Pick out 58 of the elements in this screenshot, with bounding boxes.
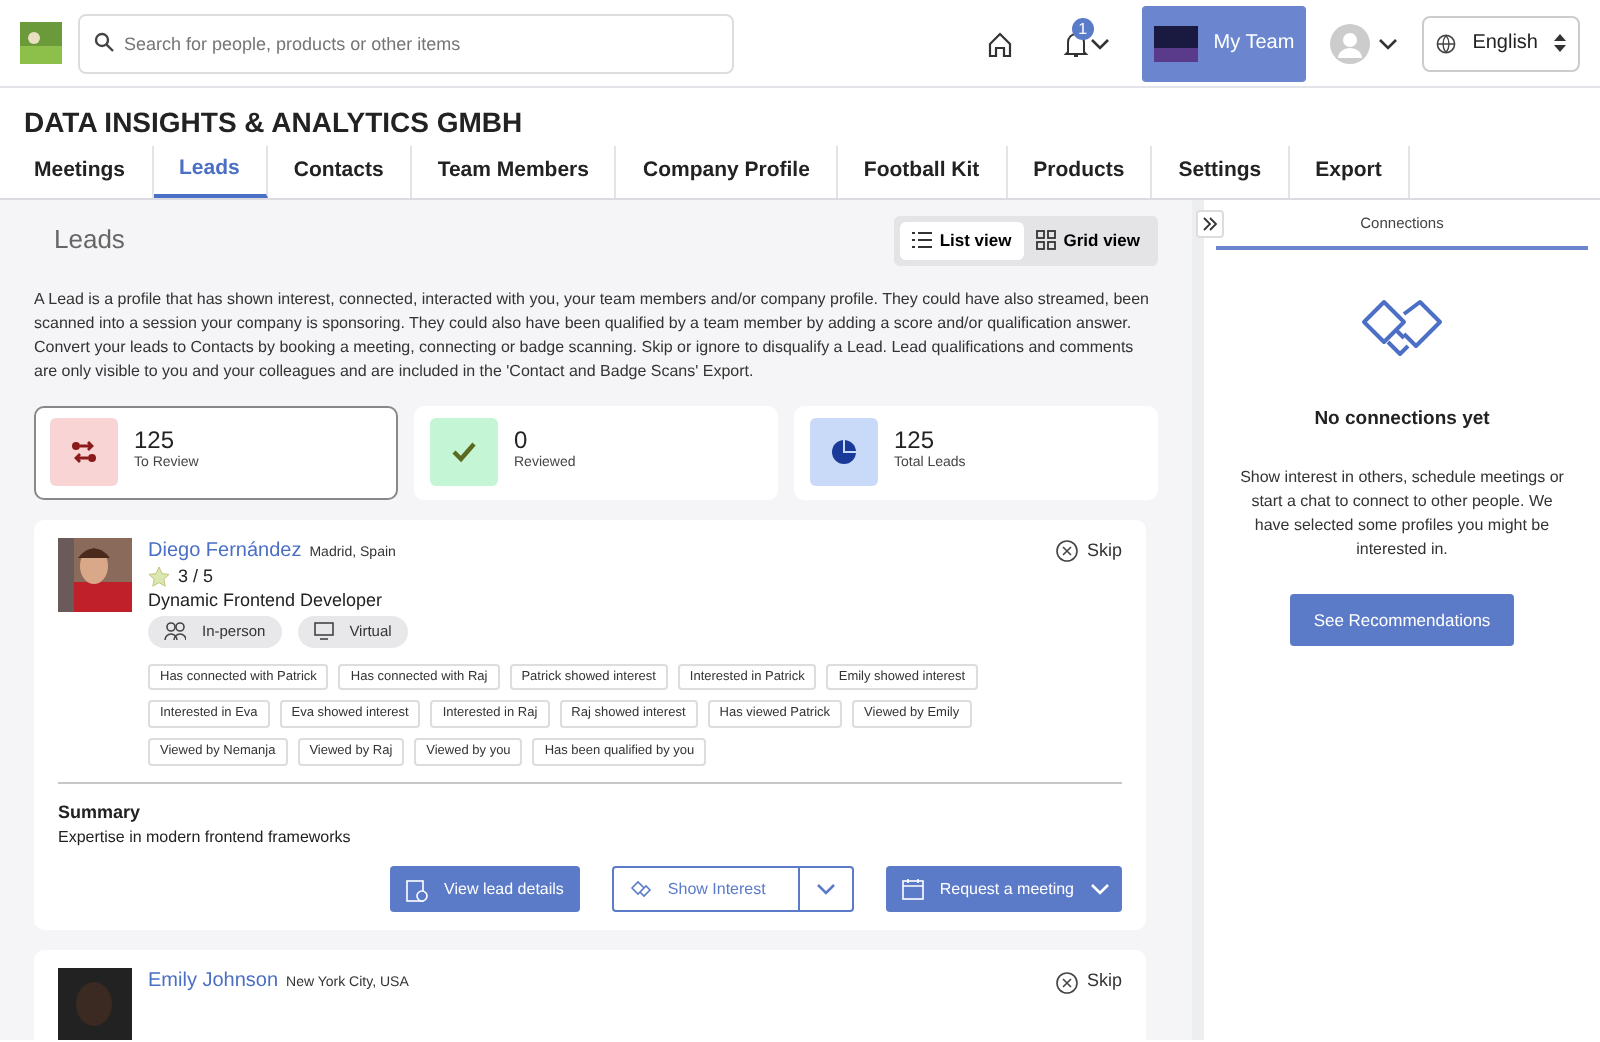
skip-button[interactable]: Skip (1056, 537, 1122, 565)
notification-badge: 1 (1071, 17, 1094, 39)
person-name[interactable]: Diego Fernández (148, 537, 302, 565)
caret-icon (1090, 882, 1110, 897)
calendar-icon (901, 878, 924, 901)
section-title: Leads (54, 222, 125, 259)
caret-icon (815, 882, 836, 897)
nav-tab[interactable]: Meetings (8, 145, 154, 198)
summary-heading: Summary (58, 799, 143, 826)
company-title: DATA INSIGHTS & ANALYTICS GMBH (24, 106, 525, 140)
view-button[interactable]: Grid view (1023, 221, 1152, 260)
skip-button[interactable]: Skip (1056, 968, 1122, 996)
caret-icon[interactable] (1378, 35, 1399, 51)
home-icon[interactable] (985, 29, 1014, 57)
nav-tab[interactable]: Team Members (411, 145, 617, 198)
check-icon (450, 438, 478, 467)
nav-tab[interactable]: Company Profile (616, 145, 838, 198)
monitor-icon (313, 622, 334, 641)
nav-tab[interactable]: Export (1289, 145, 1410, 198)
team-image-icon (1153, 25, 1198, 61)
globe-icon (1436, 33, 1457, 53)
caret-icon[interactable] (1089, 35, 1110, 51)
request-meeting-button[interactable]: Request a meeting (885, 866, 1122, 913)
swap-icon (70, 438, 98, 467)
search-field[interactable]: Search for people, products or other items (78, 13, 734, 73)
nav-tab[interactable]: Products (1007, 145, 1153, 198)
people-icon (164, 622, 186, 641)
nav-tab[interactable]: Football Kit (837, 145, 1008, 198)
nav-tab[interactable]: Contacts (267, 145, 412, 198)
star-icon (148, 565, 170, 588)
empty-state-heading: No connections yet (1314, 406, 1490, 435)
sort-arrows-icon (1554, 34, 1566, 52)
view-button[interactable]: List view (899, 221, 1024, 260)
logo-icon (20, 22, 62, 64)
double-chevron-icon (1202, 215, 1218, 232)
stat-value: 0 (514, 428, 530, 455)
close-icon (1056, 539, 1079, 562)
team-button[interactable]: My Team (1141, 5, 1307, 81)
list-icon (911, 230, 932, 251)
dropdown-button[interactable] (799, 866, 854, 913)
recommendations-button[interactable]: See Recommendations (1289, 594, 1515, 647)
stat-value: 125 (894, 428, 937, 455)
expand-button[interactable] (1196, 209, 1224, 238)
pie-chart-icon (830, 438, 858, 467)
close-icon (1056, 971, 1079, 994)
summary-text: Expertise in modern frontend frameworks (58, 826, 353, 851)
job-title: Dynamic Frontend Developer (148, 588, 385, 613)
empty-state-text: Show interest in others, schedule meetings or start a chat to connect to other people. We have selected some profiles you might be interested in. (1238, 466, 1566, 563)
nav-tab[interactable]: Settings (1152, 145, 1290, 198)
person-name[interactable]: Emily Johnson (148, 968, 279, 996)
show-interest-button[interactable]: Show Interest (611, 866, 800, 913)
grid-icon (1035, 230, 1056, 251)
clipboard-icon (406, 877, 429, 902)
view-details-button[interactable]: View lead details (390, 866, 580, 913)
rating-text: 3 / 5 (178, 564, 214, 589)
stat-value: 125 (134, 428, 177, 455)
description-text: A Lead is a profile that has shown interest, connected, interacted with you, your team members and/or company profile. They could have also streamed, been scanned into a session your company is sponsoring. They could also have been qualified by a team member by adding a score and/or qualification answer. Convert your leads to Contacts by booking a meeting, connecting or badge scanning. Skip or ignore to disqualify a Lead. Lead qualifications and comments are only visible to you and your colleagues and are included in the 'Contact and Badge Scans' Export. (34, 287, 1151, 384)
language-select[interactable]: English (1422, 15, 1580, 71)
